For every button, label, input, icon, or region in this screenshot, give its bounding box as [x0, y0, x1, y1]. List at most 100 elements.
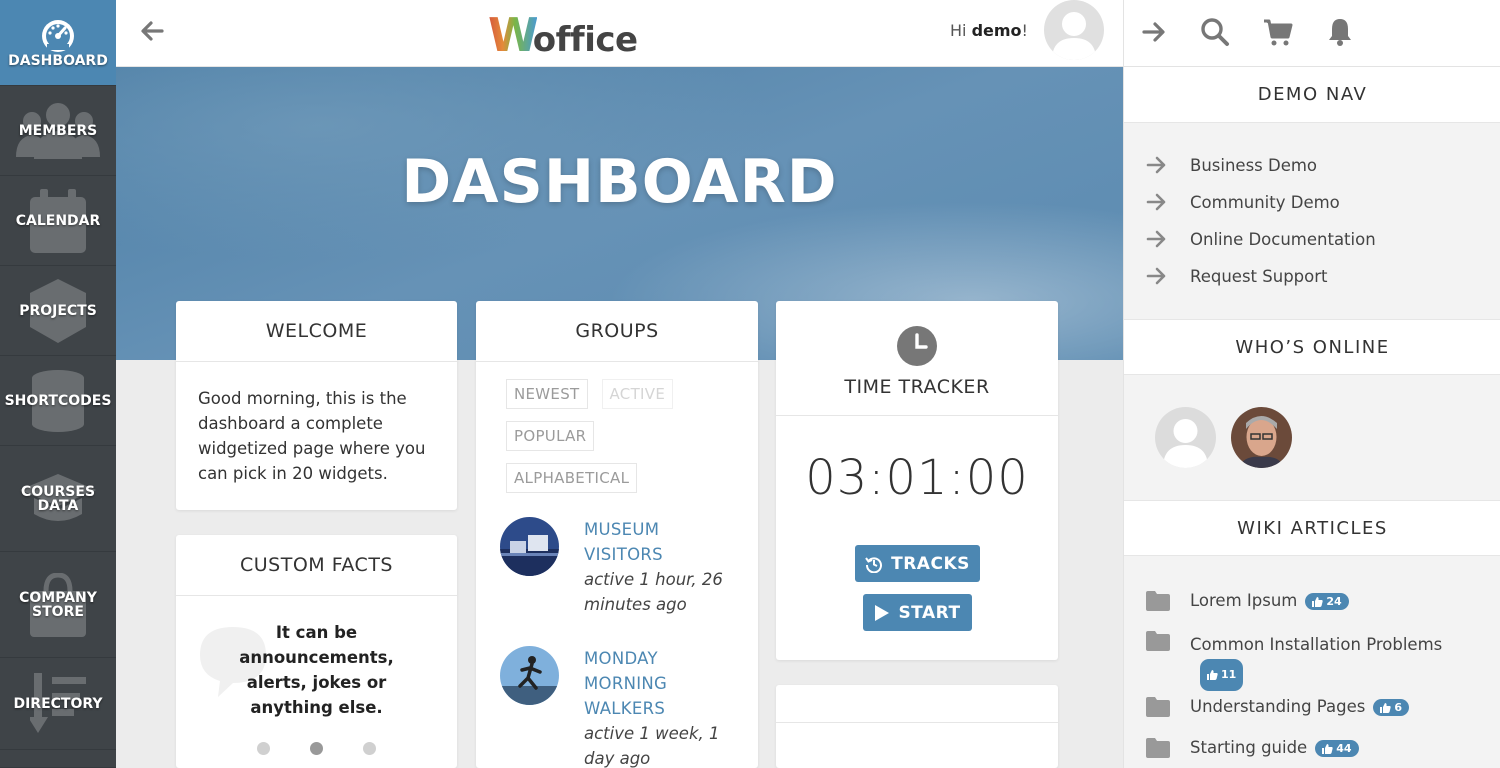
widget-title: GROUPS	[476, 301, 758, 362]
arrow-right-icon	[1146, 156, 1166, 174]
wiki-article-item[interactable]: Starting guide 44	[1146, 738, 1359, 758]
filter-newest[interactable]: NEWEST	[506, 379, 588, 409]
group-name[interactable]: MUSEUM VISITORS	[584, 517, 734, 567]
sidebar-item-label: SHORTCODES	[4, 392, 112, 409]
group-activity: active 1 hour, 26 minutes ago	[584, 570, 723, 614]
group-filters: NEWEST ACTIVE POPULAR ALPHABETICAL	[476, 362, 758, 505]
logo[interactable]: Woffice	[488, 6, 638, 60]
folder-icon	[1146, 697, 1170, 717]
wiki-article-title[interactable]: Lorem Ipsum	[1190, 591, 1297, 610]
thumbs-up-icon	[1207, 670, 1218, 680]
sidebar-item-company-store[interactable]: COMPANY STORE	[0, 552, 116, 658]
thumbs-up-icon	[1380, 702, 1392, 713]
sidebar-item-calendar[interactable]: CALENDAR	[0, 176, 116, 266]
nav-link-online-documentation[interactable]: Online Documentation	[1146, 228, 1376, 250]
folder-icon	[1146, 631, 1170, 651]
demo-nav-title: DEMO NAV	[1124, 67, 1500, 123]
wiki-article-item[interactable]: Understanding Pages 6	[1146, 697, 1410, 717]
group-avatar[interactable]	[500, 517, 559, 576]
elapsed-time: 03:01:00	[805, 450, 1029, 506]
filter-popular[interactable]: POPULAR	[506, 421, 595, 451]
sidebar-item-label: DASHBOARD	[8, 52, 108, 69]
wiki-article-title[interactable]: Starting guide	[1190, 738, 1307, 757]
sidebar-item-members[interactable]: MEMBERS	[0, 86, 116, 176]
sidebar-item-more[interactable]	[0, 750, 116, 768]
nav-link-community-demo[interactable]: Community Demo	[1146, 191, 1340, 213]
group-photo	[500, 517, 559, 576]
nav-link-request-support[interactable]: Request Support	[1146, 265, 1328, 287]
likes-badge: 44	[1315, 740, 1359, 757]
top-bar: Woffice Hi demo!	[116, 0, 1123, 67]
user-avatar[interactable]	[1044, 0, 1104, 60]
start-label: START	[898, 602, 961, 623]
wiki-article-title[interactable]: Common Installation Problems	[1190, 635, 1442, 654]
carousel-dot[interactable]	[257, 742, 270, 755]
carousel-dots	[176, 742, 457, 755]
carousel-dot[interactable]	[310, 742, 323, 755]
filter-alphabetical[interactable]: ALPHABETICAL	[506, 463, 638, 493]
group-photo	[500, 646, 559, 705]
main-sidebar: DASHBOARD MEMBERS CALENDAR PROJECTS SHOR…	[0, 0, 116, 768]
history-icon	[865, 556, 883, 573]
play-icon	[875, 604, 890, 621]
nav-link-business-demo[interactable]: Business Demo	[1146, 154, 1317, 176]
sidebar-item-courses-data[interactable]: COURSES DATA	[0, 446, 116, 552]
logo-letter: W	[488, 8, 539, 62]
empty-widget	[776, 685, 1058, 768]
start-button[interactable]: START	[863, 594, 972, 631]
sidebar-item-projects[interactable]: PROJECTS	[0, 266, 116, 356]
sidebar-item-directory[interactable]: DIRECTORY	[0, 658, 116, 750]
custom-facts-widget: CUSTOM FACTS It can be announcements, al…	[176, 535, 457, 768]
arrow-right-icon[interactable]	[1138, 16, 1170, 48]
cart-icon[interactable]	[1262, 16, 1294, 48]
folder-icon	[1146, 591, 1170, 611]
folder-icon	[1146, 738, 1170, 758]
online-user-avatar[interactable]	[1155, 407, 1216, 468]
widget-title: TIME TRACKER	[844, 376, 990, 398]
wiki-article-item[interactable]: Common Installation Problems 11	[1146, 631, 1476, 691]
filter-active[interactable]: ACTIVE	[601, 379, 674, 409]
arrow-right-icon	[1146, 267, 1166, 285]
sidebar-item-label: COURSES DATA	[20, 483, 96, 514]
sidebar-item-dashboard[interactable]: DASHBOARD	[0, 0, 116, 86]
wiki-articles-title: WIKI ARTICLES	[1124, 500, 1500, 556]
thumbs-up-icon	[1312, 596, 1324, 607]
time-tracker-widget: TIME TRACKER 03:01:00 TRACKS START	[776, 301, 1058, 660]
sidebar-item-label: CALENDAR	[15, 212, 101, 229]
username: demo	[971, 21, 1022, 40]
bell-icon[interactable]	[1324, 16, 1356, 48]
groups-widget: GROUPS NEWEST ACTIVE POPULAR ALPHABETICAL…	[476, 301, 758, 768]
tracks-button[interactable]: TRACKS	[855, 545, 980, 582]
arrow-left-icon[interactable]	[136, 15, 168, 47]
group-name[interactable]: MONDAY MORNING WALKERS	[584, 646, 734, 721]
default-avatar-icon	[1044, 0, 1104, 60]
sidebar-item-label: COMPANY STORE	[19, 589, 97, 620]
list-item: MUSEUM VISITORS active 1 hour, 26 minute…	[500, 517, 734, 617]
sidebar-item-label: DIRECTORY	[13, 695, 103, 712]
page-title: DASHBOARD	[401, 147, 838, 217]
online-user-avatar[interactable]	[1231, 407, 1292, 468]
right-sidebar: DEMO NAV Business Demo Community Demo On…	[1123, 67, 1500, 768]
carousel-dot[interactable]	[363, 742, 376, 755]
dashboard-gauge-icon	[42, 19, 74, 52]
arrow-right-icon	[1146, 193, 1166, 211]
whos-online-title: WHO’S ONLINE	[1124, 319, 1500, 375]
group-activity: active 1 week, 1 day ago	[584, 724, 720, 768]
wiki-article-title[interactable]: Understanding Pages	[1190, 697, 1365, 716]
search-icon[interactable]	[1199, 16, 1231, 48]
thumbs-up-icon	[1322, 743, 1333, 754]
sidebar-item-label: PROJECTS	[19, 302, 97, 319]
default-avatar-icon	[1155, 407, 1216, 468]
sidebar-item-shortcodes[interactable]: SHORTCODES	[0, 356, 116, 446]
likes-badge: 11	[1200, 659, 1244, 691]
likes-badge: 24	[1305, 593, 1349, 610]
user-photo	[1231, 407, 1292, 468]
list-item: MONDAY MORNING WALKERS active 1 week, 1 …	[500, 646, 734, 768]
welcome-widget: WELCOME Good morning, this is the dashbo…	[176, 301, 457, 510]
logo-text: office	[532, 20, 638, 60]
wiki-article-item[interactable]: Lorem Ipsum 24	[1146, 591, 1349, 611]
group-avatar[interactable]	[500, 646, 559, 705]
user-greeting: Hi demo!	[950, 21, 1028, 40]
clock-icon	[897, 326, 937, 366]
widget-title: CUSTOM FACTS	[176, 535, 457, 596]
